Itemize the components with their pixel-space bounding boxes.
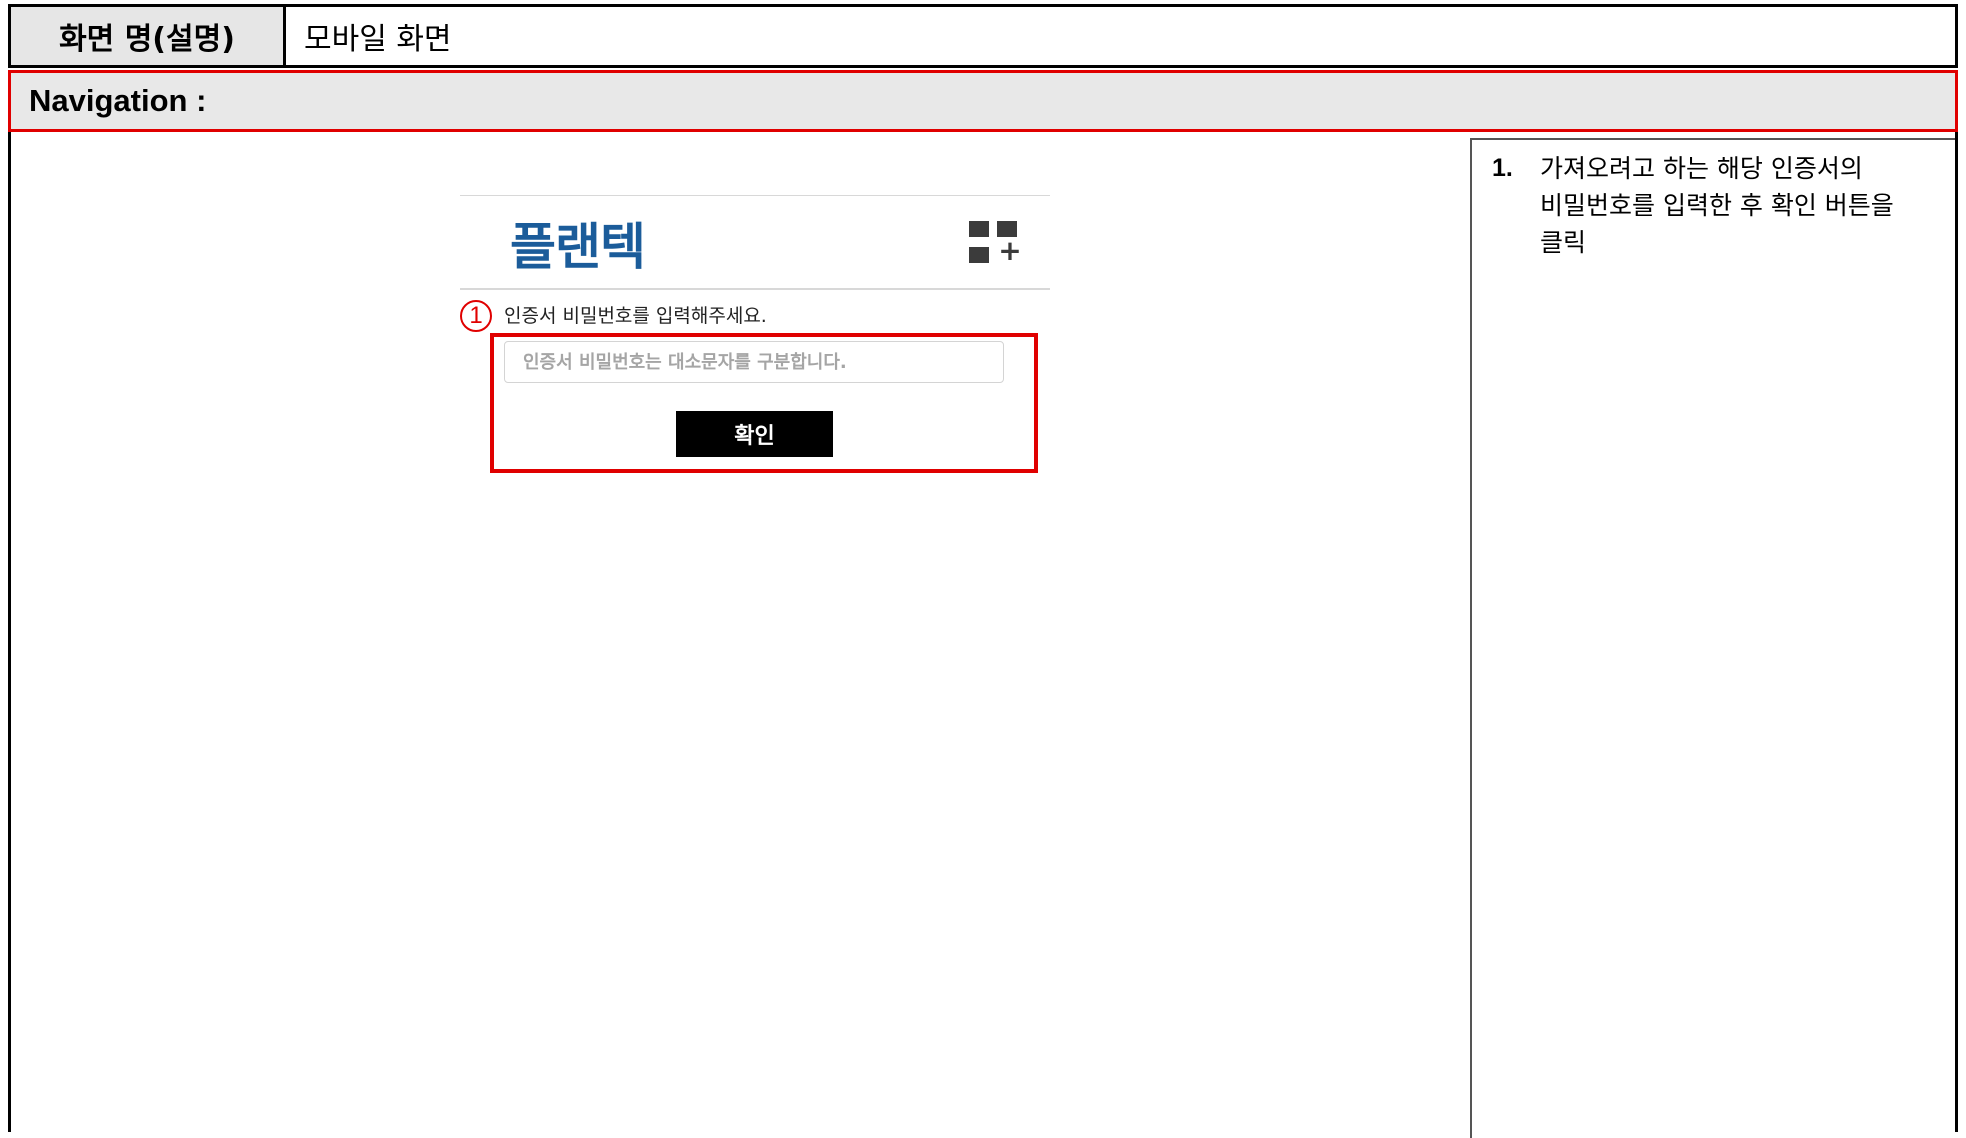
menu-grid-icon[interactable]: + [969,221,1023,267]
grid-square [969,247,989,263]
divider [460,288,1050,290]
frame-right-border [1955,132,1958,1132]
mobile-screen: 플랜텍 + 1 인증서 비밀번호를 입력해주세요. 확인 [460,195,1050,495]
description-number: 1. [1492,154,1513,182]
grid-square [969,221,989,237]
step-marker: 1 [460,300,492,332]
navigation-label: Navigation : [29,83,207,118]
password-input[interactable] [504,341,1004,383]
password-prompt: 인증서 비밀번호를 입력해주세요. [504,305,767,327]
plus-icon: + [998,234,1022,267]
description-text: 가져오려고 하는 해당 인증서의 비밀번호를 입력한 후 확인 버튼을 클릭 [1540,154,1894,257]
navigation-row: Navigation : [8,70,1958,132]
description-item: 1. 가져오려고 하는 해당 인증서의 비밀번호를 입력한 후 확인 버튼을 클… [1492,150,1932,261]
divider [460,195,1050,196]
screen-title-value: 모바일 화면 [304,22,452,57]
screen-title-row: 화면 명(설명) 모바일 화면 [8,4,1958,68]
brand-logo[interactable]: 플랜텍 [510,207,646,279]
confirm-button[interactable]: 확인 [676,411,833,457]
frame-left-border [8,132,11,1132]
description-panel: 1. 가져오려고 하는 해당 인증서의 비밀번호를 입력한 후 확인 버튼을 클… [1470,138,1955,1138]
screen-title-label: 화면 명(설명) [11,7,286,65]
